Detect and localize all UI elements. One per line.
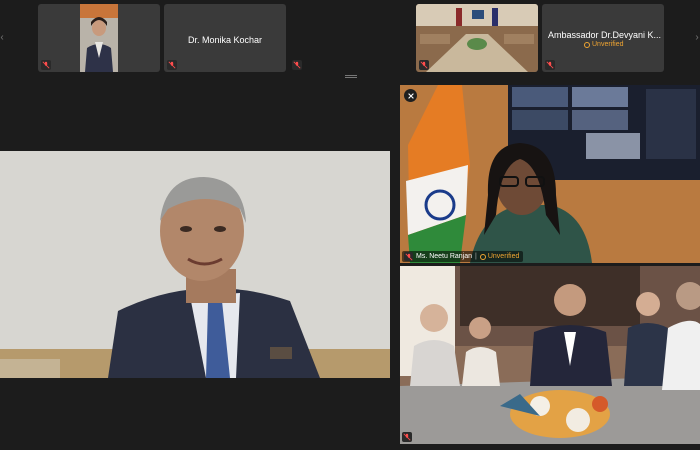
- main-speaker-video[interactable]: [0, 151, 390, 378]
- mic-off-icon: [419, 60, 429, 70]
- meeting-stage: ‹ › Dr. Monika Kochar Ambassador Dr.Devy…: [0, 0, 700, 450]
- participant-name: Dr. Monika Kochar: [187, 35, 263, 45]
- participant-label: Ms. Neetu Ranjan | Unverified: [402, 251, 524, 262]
- unverified-status: Unverified: [584, 41, 624, 48]
- mic-off-icon: [41, 60, 51, 70]
- participant-tile-ambassador[interactable]: Ambassador Dr.Devyani K... Unverified: [542, 4, 664, 72]
- unverified-icon: [479, 253, 486, 260]
- unverified-status: Unverified: [479, 253, 520, 260]
- separator: |: [475, 253, 477, 260]
- chevron-right-icon[interactable]: ›: [692, 32, 700, 44]
- participant-video-1-image: [80, 4, 118, 72]
- main-speaker-image: [0, 151, 390, 378]
- unverified-label: Unverified: [592, 41, 624, 48]
- participant-tile-neetu[interactable]: Ms. Neetu Ranjan | Unverified: [400, 85, 700, 263]
- resize-grip[interactable]: [345, 75, 357, 78]
- mic-off-icon: [167, 60, 177, 70]
- mic-off-icon: [292, 60, 302, 70]
- participant-name: Ambassador Dr.Devyani K...: [548, 30, 662, 40]
- chevron-left-icon[interactable]: ‹: [0, 32, 7, 44]
- participant-name: Ms. Neetu Ranjan: [416, 253, 473, 260]
- participant-video-delegation: [400, 266, 700, 444]
- participant-tile-conference-room[interactable]: [416, 4, 538, 72]
- mic-off-icon: [402, 432, 412, 442]
- participant-video-1: [80, 4, 118, 72]
- unverified-label: Unverified: [487, 253, 520, 260]
- pin-icon[interactable]: [404, 89, 417, 102]
- unverified-icon: [584, 41, 590, 48]
- conference-room-video: [416, 4, 538, 72]
- participant-tile-delegation-room[interactable]: [400, 266, 700, 444]
- mic-off-icon: [404, 252, 413, 261]
- participant-tile-1[interactable]: [38, 4, 160, 72]
- mic-off-icon: [545, 60, 555, 70]
- participant-tile-monika[interactable]: Dr. Monika Kochar: [164, 4, 286, 72]
- participant-video-neetu: [400, 85, 700, 263]
